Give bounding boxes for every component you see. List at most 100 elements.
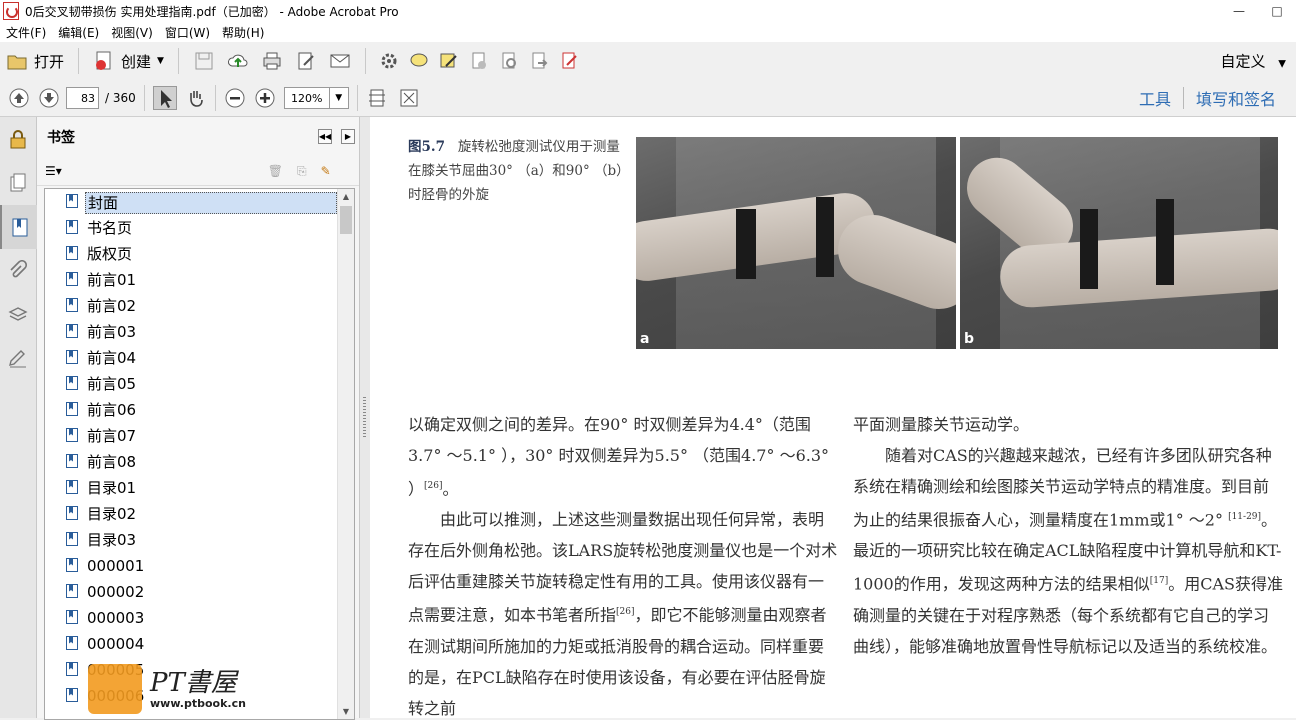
highlight-icon[interactable] <box>438 50 460 72</box>
delete-bookmark-icon[interactable]: 🗑 <box>268 164 283 178</box>
paragraph: 以确定双侧之间的差异。在90° 时双侧差异为4.4°（范围3.7° ～5.1° … <box>408 409 838 504</box>
bookmark-item[interactable]: 目录03 <box>45 527 354 553</box>
window-controls: — □ <box>1220 0 1296 22</box>
layers-icon[interactable] <box>0 293 36 337</box>
bookmark-item[interactable]: 000004 <box>45 631 354 657</box>
fill-sign-link[interactable]: 填写和签名 <box>1184 86 1288 110</box>
customize-dropdown[interactable]: 自定义 ▼ <box>1221 51 1287 72</box>
caption-number: 图5.7 <box>408 139 445 155</box>
page-number-input[interactable]: 83 <box>66 87 99 109</box>
scroll-thumb[interactable] <box>340 206 352 234</box>
attachments-icon[interactable] <box>0 249 36 293</box>
sign-pdf-icon[interactable] <box>558 50 580 72</box>
open-button[interactable]: 打开 <box>0 46 70 76</box>
bookmark-item[interactable]: 前言05 <box>45 371 354 397</box>
comment-icon[interactable] <box>408 50 430 72</box>
bookmark-item[interactable]: 前言02 <box>45 293 354 319</box>
bookmark-item[interactable]: 版权页 <box>45 241 354 267</box>
citation: [17] <box>1149 576 1169 587</box>
text-run: 。 <box>442 479 459 499</box>
export-icon[interactable] <box>528 50 550 72</box>
bookmark-icon <box>66 194 78 208</box>
toolbar-divider <box>356 85 358 111</box>
paragraph: 平面测量膝关节运动学。 <box>853 415 1030 434</box>
bookmark-scrollbar[interactable]: ▲ ▼ <box>337 189 354 719</box>
bookmark-item[interactable]: 前言04 <box>45 345 354 371</box>
bookmark-item[interactable]: 目录02 <box>45 501 354 527</box>
figure-photo-a: a <box>636 137 956 349</box>
menu-window[interactable]: 窗口(W) <box>159 24 216 41</box>
bookmark-label: 前言07 <box>87 427 137 445</box>
full-screen-icon[interactable] <box>398 87 420 109</box>
menu-edit[interactable]: 编辑(E) <box>52 24 105 41</box>
bookmark-item[interactable]: 000001 <box>45 553 354 579</box>
toolbar-divider <box>78 48 80 74</box>
main-toolbar: 打开 创建 ▼ 自定义 ▼ <box>0 42 1296 81</box>
bookmark-item[interactable]: 目录01 <box>45 475 354 501</box>
title-bar: 0后交叉韧带损伤 实用处理指南.pdf（已加密） - Adobe Acrobat… <box>0 0 1296 22</box>
bookmarks-icon[interactable] <box>0 205 38 249</box>
select-cursor-icon[interactable] <box>152 86 177 110</box>
zoom-dropdown-icon[interactable]: ▼ <box>329 87 349 109</box>
bookmark-label: 前言05 <box>87 375 137 393</box>
toolbar-divider <box>143 85 145 111</box>
bookmark-item[interactable]: 前言06 <box>45 397 354 423</box>
search-document-icon[interactable] <box>498 50 520 72</box>
bookmark-list: 封面 书名页版权页前言01 前言02 前言03 前言04 前言05 前言06 前言07 前言08… <box>44 188 355 720</box>
bookmark-icon <box>66 220 78 234</box>
toolbar-divider <box>214 85 216 111</box>
bookmark-label: 前言03 <box>87 323 137 341</box>
bookmark-label: 目录01 <box>87 479 137 497</box>
new-bookmark-icon[interactable]: ⎘ <box>297 164 307 179</box>
cloud-upload-icon[interactable] <box>227 50 249 72</box>
bookmark-item[interactable]: 前言07 <box>45 423 354 449</box>
signatures-icon[interactable] <box>0 337 36 381</box>
bookmark-item[interactable]: 前言03 <box>45 319 354 345</box>
bookmark-item[interactable]: 封面 <box>45 189 354 215</box>
scroll-up-icon[interactable]: ▲ <box>338 189 354 204</box>
page-thumbnails-icon[interactable] <box>0 161 36 205</box>
menu-view[interactable]: 视图(V) <box>105 24 159 41</box>
protect-icon[interactable] <box>468 50 490 72</box>
panel-title: 书签 <box>47 130 75 146</box>
bookmark-label: 封面 <box>85 192 337 214</box>
bookmark-icon <box>66 402 78 416</box>
tools-link[interactable]: 工具 <box>1127 86 1183 110</box>
watermark-logo-icon <box>88 664 142 714</box>
hand-tool-icon[interactable] <box>185 87 207 109</box>
text-column-left: 以确定双侧之间的差异。在90° 时双侧差异为4.4°（范围3.7° ～5.1° … <box>408 409 838 718</box>
save-icon[interactable] <box>193 50 215 72</box>
gear-icon[interactable] <box>378 50 400 72</box>
email-icon[interactable] <box>329 50 351 72</box>
edit-document-icon[interactable] <box>295 50 317 72</box>
menu-help[interactable]: 帮助(H) <box>216 24 270 41</box>
figure-caption: 图5.7 旋转松弛度测试仪用于测量在膝关节屈曲30° （a）和90° （b）时胫… <box>408 135 626 207</box>
scroll-down-icon[interactable]: ▼ <box>338 704 354 719</box>
splitter-grip[interactable] <box>363 397 366 437</box>
create-button[interactable]: 创建 ▼ <box>87 46 170 76</box>
expand-bookmark-icon[interactable]: ✎ <box>321 164 331 178</box>
bookmark-item[interactable]: 前言08 <box>45 449 354 475</box>
bookmark-item[interactable]: 前言01 <box>45 267 354 293</box>
collapse-panel-icon[interactable]: ◀◀ <box>318 129 332 144</box>
bookmark-icon <box>66 636 78 650</box>
zoom-out-icon[interactable] <box>224 87 246 109</box>
panel-menu-icon[interactable]: ▶ <box>341 129 355 144</box>
bookmark-item[interactable]: 000002 <box>45 579 354 605</box>
zoom-in-icon[interactable] <box>254 87 276 109</box>
text-column-right: 平面测量膝关节运动学。 随着对CAS的兴趣越来越浓，已经有许多团队研究各种系统在… <box>853 409 1283 662</box>
menu-file[interactable]: 文件(F) <box>0 24 52 41</box>
maximize-button[interactable]: □ <box>1258 0 1296 22</box>
print-icon[interactable] <box>261 50 283 72</box>
bookmark-icon <box>66 480 78 494</box>
bookmark-label: 版权页 <box>87 245 133 263</box>
previous-page-icon[interactable] <box>8 87 30 109</box>
fit-page-icon[interactable] <box>366 87 388 109</box>
lock-icon[interactable] <box>0 117 36 161</box>
options-menu-icon[interactable]: ☰▾ <box>45 164 62 178</box>
minimize-button[interactable]: — <box>1220 0 1258 22</box>
bookmark-item[interactable]: 000003 <box>45 605 354 631</box>
bookmark-item[interactable]: 书名页 <box>45 215 354 241</box>
next-page-icon[interactable] <box>38 87 60 109</box>
zoom-input[interactable]: 120% <box>283 87 330 109</box>
